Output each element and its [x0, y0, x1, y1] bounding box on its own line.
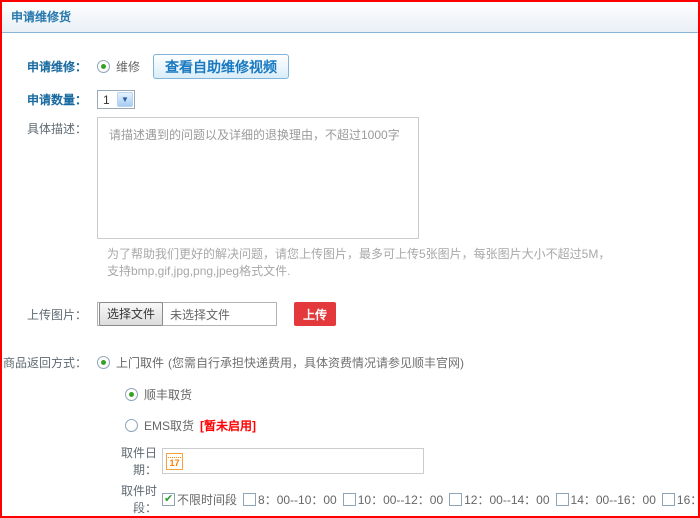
time-checkbox-16-18[interactable] — [662, 493, 675, 506]
repair-type-label: 申请维修： — [2, 58, 97, 75]
upload-tip-line1: 为了帮助我们更好的解决问题，请您上传图片，最多可上传5张图片，每张图片大小不超过… — [107, 246, 698, 263]
sf-pickup-label[interactable]: 顺丰取货 — [144, 386, 192, 403]
time-checkbox-any[interactable] — [162, 493, 175, 506]
page-title: 申请维修货 — [11, 10, 71, 24]
file-input[interactable]: 选择文件 未选择文件 — [97, 302, 277, 326]
pickup-date-row: 取件日期： 17 — [100, 444, 698, 478]
time-checkbox-10-12[interactable] — [343, 493, 356, 506]
time-option-any[interactable]: 不限时间段 — [162, 491, 237, 508]
upload-button[interactable]: 上传 — [294, 302, 336, 326]
choose-file-button[interactable]: 选择文件 — [99, 302, 163, 326]
time-option-8-10[interactable]: 8：00--10：00 — [243, 491, 337, 508]
calendar-icon[interactable]: 17 — [166, 453, 183, 470]
time-checkbox-8-10[interactable] — [243, 493, 256, 506]
sf-pickup-row: 顺丰取货 — [125, 386, 698, 403]
quantity-select[interactable]: 1 ▼ — [97, 90, 135, 109]
no-file-text: 未选择文件 — [170, 306, 230, 323]
return-method-label: 商品返回方式： — [2, 354, 97, 371]
quantity-label: 申请数量： — [2, 91, 97, 108]
upload-label: 上传图片： — [2, 306, 97, 323]
pickup-date-input[interactable]: 17 — [162, 448, 424, 474]
ems-pickup-row: EMS取货 [暂未启用] — [125, 417, 698, 434]
calendar-icon-day: 17 — [167, 458, 182, 469]
chevron-down-icon[interactable]: ▼ — [117, 92, 133, 107]
panel-header: 申请维修货 — [2, 2, 698, 33]
view-self-repair-video-button[interactable]: 查看自助维修视频 — [153, 54, 289, 79]
upload-tip-line2: 支持bmp,gif,jpg,png,jpeg格式文件. — [107, 263, 698, 280]
time-option-14-16[interactable]: 14：00--16：00 — [556, 491, 656, 508]
repair-radio-label[interactable]: 维修 — [116, 58, 140, 75]
door-pickup-radio[interactable] — [97, 356, 110, 369]
time-option-10-12[interactable]: 10：00--12：00 — [343, 491, 443, 508]
description-row: 具体描述： — [2, 117, 698, 239]
ems-disabled-badge: [暂未启用] — [200, 417, 256, 434]
pickup-time-row: 取件时段： 不限时间段 8：00--10：00 10：00--12：00 12：… — [100, 482, 698, 516]
upload-tips: 为了帮助我们更好的解决问题，请您上传图片，最多可上传5张图片，每张图片大小不超过… — [107, 246, 698, 280]
door-pickup-note: (您需自行承担快递费用，具体资费情况请参见顺丰官网) — [168, 354, 464, 371]
description-textarea[interactable] — [97, 117, 419, 239]
description-label: 具体描述： — [2, 117, 97, 137]
ems-pickup-radio[interactable] — [125, 419, 138, 432]
time-option-12-14[interactable]: 12：00--14：00 — [449, 491, 549, 508]
quantity-row: 申请数量： 1 ▼ — [2, 90, 698, 109]
ems-pickup-label[interactable]: EMS取货 — [144, 417, 194, 434]
repair-request-panel: 申请维修货 申请维修： 维修 查看自助维修视频 申请数量： 1 ▼ 具体描述： … — [0, 0, 700, 518]
door-pickup-label[interactable]: 上门取件 — [116, 354, 164, 371]
time-checkbox-12-14[interactable] — [449, 493, 462, 506]
return-method-row: 商品返回方式： 上门取件 (您需自行承担快递费用，具体资费情况请参见顺丰官网) — [2, 354, 698, 371]
repair-radio[interactable] — [97, 60, 110, 73]
repair-type-row: 申请维修： 维修 查看自助维修视频 — [2, 54, 698, 79]
quantity-select-value: 1 — [98, 93, 117, 107]
pickup-time-label: 取件时段： — [100, 482, 162, 516]
pickup-date-label: 取件日期： — [100, 444, 162, 478]
time-checkbox-14-16[interactable] — [556, 493, 569, 506]
time-option-16-18[interactable]: 16：00--18：00 — [662, 491, 700, 508]
upload-row: 上传图片： 选择文件 未选择文件 上传 — [2, 302, 698, 326]
sf-pickup-radio[interactable] — [125, 388, 138, 401]
